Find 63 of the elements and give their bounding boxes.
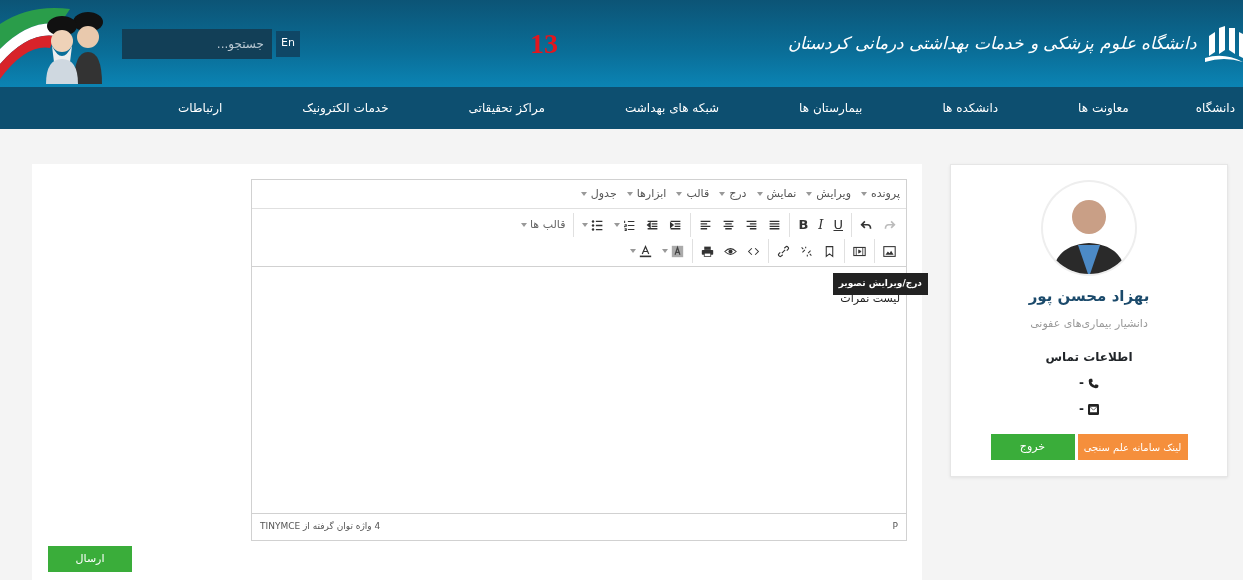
justify-icon xyxy=(768,218,782,232)
highlight-icon xyxy=(671,244,684,258)
caret-icon xyxy=(719,192,726,196)
menu-item[interactable]: پرونده xyxy=(860,185,900,203)
menu-item[interactable]: ابزارها xyxy=(626,185,667,203)
italic-button[interactable]: I xyxy=(813,213,829,237)
printer-icon xyxy=(701,244,714,258)
align-right-icon xyxy=(745,218,759,232)
menu-item[interactable]: ویرایش xyxy=(806,185,851,203)
menu-item[interactable]: قالب xyxy=(676,185,710,203)
element-path: P xyxy=(892,520,898,534)
nav-link[interactable]: ارتباطات xyxy=(138,99,263,117)
nav-link[interactable]: شبکه های بهداشت xyxy=(585,99,760,117)
search-field[interactable]: جستجو... xyxy=(122,28,272,59)
indent-icon xyxy=(669,218,683,232)
text-color-icon xyxy=(639,244,652,258)
align-center-icon xyxy=(722,218,736,232)
email-icon xyxy=(1088,403,1099,415)
caret-icon xyxy=(630,249,636,253)
formats-dropdown[interactable]: قالب ها xyxy=(516,213,571,237)
caret-icon xyxy=(860,192,867,196)
undo-icon xyxy=(860,218,873,232)
film-icon xyxy=(853,244,866,258)
nav-link[interactable]: دانشگاه xyxy=(1168,99,1243,117)
caret-icon xyxy=(676,192,683,196)
caret-icon xyxy=(806,192,813,196)
university-name: دانشگاه علوم پزشکی و خدمات بهداشتی درمانی کردستان xyxy=(788,31,1197,56)
menu-item[interactable]: جدول xyxy=(580,185,617,203)
contact-value: - xyxy=(1079,375,1084,392)
caret-icon xyxy=(756,192,763,196)
caret-icon xyxy=(582,223,589,227)
caret-icon xyxy=(626,192,633,196)
unlink-icon xyxy=(800,244,813,258)
word-count: 4 واژه توان گرفته از TINYMCE xyxy=(260,520,381,534)
language-button[interactable]: En xyxy=(276,30,300,57)
caret-icon xyxy=(614,223,621,227)
profile-title: دانشیار بیماری‌های عفونی xyxy=(1030,315,1148,332)
bold-button[interactable]: B xyxy=(793,213,814,237)
image-icon xyxy=(883,244,896,258)
menu-item[interactable]: درج xyxy=(719,185,747,203)
phone-icon xyxy=(1088,377,1099,389)
contact-value: - xyxy=(1079,401,1084,418)
nav-link[interactable]: مراکز تحقیقاتی xyxy=(428,99,585,117)
redo-icon xyxy=(883,218,896,232)
tooltip: درج/ویرایش تصویر xyxy=(832,273,928,295)
bookmark-icon xyxy=(823,244,836,258)
numbered-list-icon xyxy=(623,218,637,232)
profile-name: بهزاد محسن پور xyxy=(1028,286,1150,308)
nav-link[interactable]: معاونت ها xyxy=(1038,99,1169,117)
underline-button[interactable]: U xyxy=(828,213,848,237)
caret-icon xyxy=(580,192,587,196)
menu-item[interactable]: نمایش xyxy=(756,185,797,203)
outdent-icon xyxy=(646,218,660,232)
caret-icon xyxy=(521,223,527,227)
nav-link[interactable]: دانشکده ها xyxy=(902,99,1039,117)
link-icon xyxy=(777,244,790,258)
bullet-list-icon xyxy=(591,218,605,232)
nav-link[interactable]: خدمات الکترونیک xyxy=(262,99,429,117)
nav-link[interactable]: بیمارستان ها xyxy=(759,99,903,117)
caret-icon xyxy=(662,249,668,253)
contact-heading: اطلاعات تماس xyxy=(1045,349,1133,366)
align-left-icon xyxy=(699,218,713,232)
header-number: 13 xyxy=(530,26,559,61)
